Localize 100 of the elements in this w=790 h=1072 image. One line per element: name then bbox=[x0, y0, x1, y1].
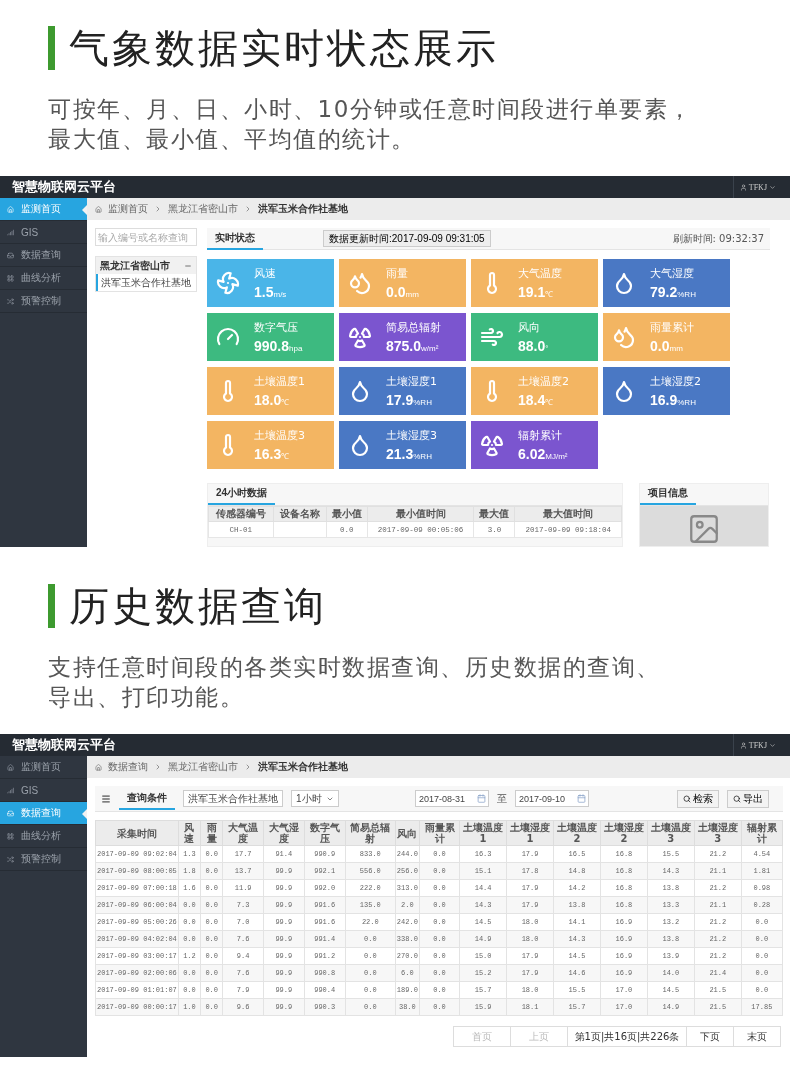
tile-reading: 17.9%RH bbox=[386, 392, 433, 408]
tile-label: 风速 bbox=[254, 266, 277, 281]
section-description: 最大值、最小值、平均值的统计。 bbox=[48, 125, 417, 154]
column-header: 土壤温度3 bbox=[647, 820, 695, 846]
menu-icon bbox=[101, 793, 111, 804]
date-field[interactable]: 2017-09-10 bbox=[515, 790, 589, 807]
range-separator: 至 bbox=[497, 791, 507, 806]
action-button[interactable]: 导出 bbox=[727, 789, 769, 808]
page-button[interactable]: 末页 bbox=[733, 1026, 781, 1047]
raindrops-icon bbox=[348, 271, 372, 295]
tile-label: 土壤湿度2 bbox=[650, 374, 701, 389]
raindrops-icon bbox=[612, 325, 636, 349]
signal-icon bbox=[7, 228, 14, 236]
refresh-time: 刷新时间: 09:32:37 bbox=[672, 231, 764, 246]
section-title: 历史数据查询 bbox=[69, 582, 327, 631]
grid-icon bbox=[7, 274, 14, 282]
tile-reading: 16.3℃ bbox=[254, 446, 291, 462]
column-header: 简易总辐射 bbox=[345, 820, 396, 846]
signal-icon bbox=[7, 786, 14, 794]
calendar-icon bbox=[577, 794, 586, 803]
column-header: 大气湿度 bbox=[263, 820, 305, 846]
column-header: 土壤湿度3 bbox=[694, 820, 742, 846]
tile-reading: 88.0° bbox=[518, 338, 549, 354]
fan-icon bbox=[216, 271, 240, 295]
tile-label: 大气湿度 bbox=[650, 266, 695, 281]
chevron-right-icon bbox=[154, 763, 162, 771]
tile-label: 雨量累计 bbox=[650, 320, 694, 335]
page-button[interactable]: 下页 bbox=[686, 1026, 734, 1047]
tile-reading: 1.5m/s bbox=[254, 284, 287, 300]
home-icon bbox=[7, 205, 14, 213]
wind-icon bbox=[480, 325, 504, 349]
radiation-icon bbox=[348, 325, 372, 349]
tile-label: 土壤湿度3 bbox=[386, 428, 437, 443]
search-field[interactable]: 输入编号或名称查询 bbox=[95, 228, 197, 246]
tile-label: 辐射累计 bbox=[518, 428, 563, 443]
section-description: 可按年、月、日、小时、10分钟或任意时间段进行单要素， bbox=[48, 95, 694, 124]
site-select[interactable]: 洪军玉米合作社基地 bbox=[183, 790, 283, 807]
home-icon bbox=[95, 763, 102, 771]
column-header: 数字气压 bbox=[304, 820, 346, 846]
accent-bar bbox=[48, 584, 55, 628]
column-header: 大气温度 bbox=[222, 820, 264, 846]
tile-label: 土壤温度3 bbox=[254, 428, 305, 443]
column-header: 最大值 bbox=[473, 506, 515, 522]
home-icon bbox=[7, 763, 14, 771]
home-icon bbox=[95, 205, 102, 213]
caret-icon bbox=[769, 183, 776, 191]
column-header: 土壤温度2 bbox=[553, 820, 601, 846]
action-button[interactable]: 检索 bbox=[677, 789, 719, 808]
user-icon bbox=[739, 183, 747, 191]
image-icon bbox=[687, 512, 721, 546]
accent-bar bbox=[48, 26, 55, 70]
breadcrumb-link[interactable]: 数据查询 bbox=[108, 760, 148, 774]
tile-reading: 16.9%RH bbox=[650, 392, 697, 408]
calendar-icon bbox=[477, 794, 486, 803]
tile-label: 风向 bbox=[518, 320, 541, 335]
tile-reading: 19.1℃ bbox=[518, 284, 555, 300]
tile-reading: 21.3%RH bbox=[386, 446, 433, 462]
tile-label: 土壤温度2 bbox=[518, 374, 569, 389]
tile-label: 数字气压 bbox=[254, 320, 299, 335]
tile-label: 土壤温度1 bbox=[254, 374, 305, 389]
tree-group[interactable]: 黑龙江省密山市 bbox=[96, 257, 196, 274]
column-header: 传感器编号 bbox=[208, 506, 274, 522]
breadcrumb-link[interactable]: 监测首页 bbox=[108, 202, 148, 216]
column-header: 风向 bbox=[395, 820, 420, 846]
tile-label: 简易总辐射 bbox=[386, 320, 441, 335]
caret-icon bbox=[769, 741, 776, 749]
tile-reading: 18.0℃ bbox=[254, 392, 291, 408]
tile-reading: 18.4℃ bbox=[518, 392, 555, 408]
chevron-right-icon bbox=[244, 763, 252, 771]
breadcrumb-link[interactable]: 洪军玉米合作社基地 bbox=[258, 760, 348, 774]
chevron-right-icon bbox=[244, 205, 252, 213]
section-title: 气象数据实时状态展示 bbox=[69, 24, 499, 73]
update-time-button[interactable]: 数据更新时间:2017-09-09 09:31:05 bbox=[323, 230, 491, 247]
date-field[interactable]: 2017-08-31 bbox=[415, 790, 489, 807]
tile-label: 大气温度 bbox=[518, 266, 562, 281]
column-header: 雨量 bbox=[200, 820, 223, 846]
column-header: 雨量累计 bbox=[419, 820, 460, 846]
tab[interactable]: 实时状态 bbox=[207, 227, 263, 250]
tile-reading: 79.2%RH bbox=[650, 284, 696, 300]
radiation-icon bbox=[480, 433, 504, 457]
column-header: 土壤湿度1 bbox=[506, 820, 554, 846]
tile-reading: 875.0w/m² bbox=[386, 338, 440, 354]
column-header: 土壤湿度2 bbox=[600, 820, 648, 846]
tab[interactable]: 查询条件 bbox=[119, 787, 175, 810]
app-title: 智慧物联网云平台 bbox=[12, 178, 116, 196]
column-header: 风速 bbox=[178, 820, 201, 846]
breadcrumb-link[interactable]: 洪军玉米合作社基地 bbox=[258, 202, 348, 216]
shuffle-icon bbox=[7, 297, 14, 305]
section-description: 导出、打印功能。 bbox=[48, 683, 245, 712]
interval-select[interactable]: 1小时 bbox=[291, 790, 339, 807]
tile-label: 土壤湿度1 bbox=[386, 374, 437, 389]
column-header: 最小值 bbox=[326, 506, 368, 522]
breadcrumb-link[interactable]: 黑龙江省密山市 bbox=[168, 760, 238, 774]
user-icon bbox=[739, 741, 747, 749]
tile-reading: 0.0mm bbox=[650, 338, 684, 354]
chevron-right-icon bbox=[154, 205, 162, 213]
grid-icon bbox=[7, 832, 14, 840]
breadcrumb-link[interactable]: 黑龙江省密山市 bbox=[168, 202, 238, 216]
column-header: 土壤温度1 bbox=[459, 820, 507, 846]
app-title: 智慧物联网云平台 bbox=[12, 736, 116, 754]
